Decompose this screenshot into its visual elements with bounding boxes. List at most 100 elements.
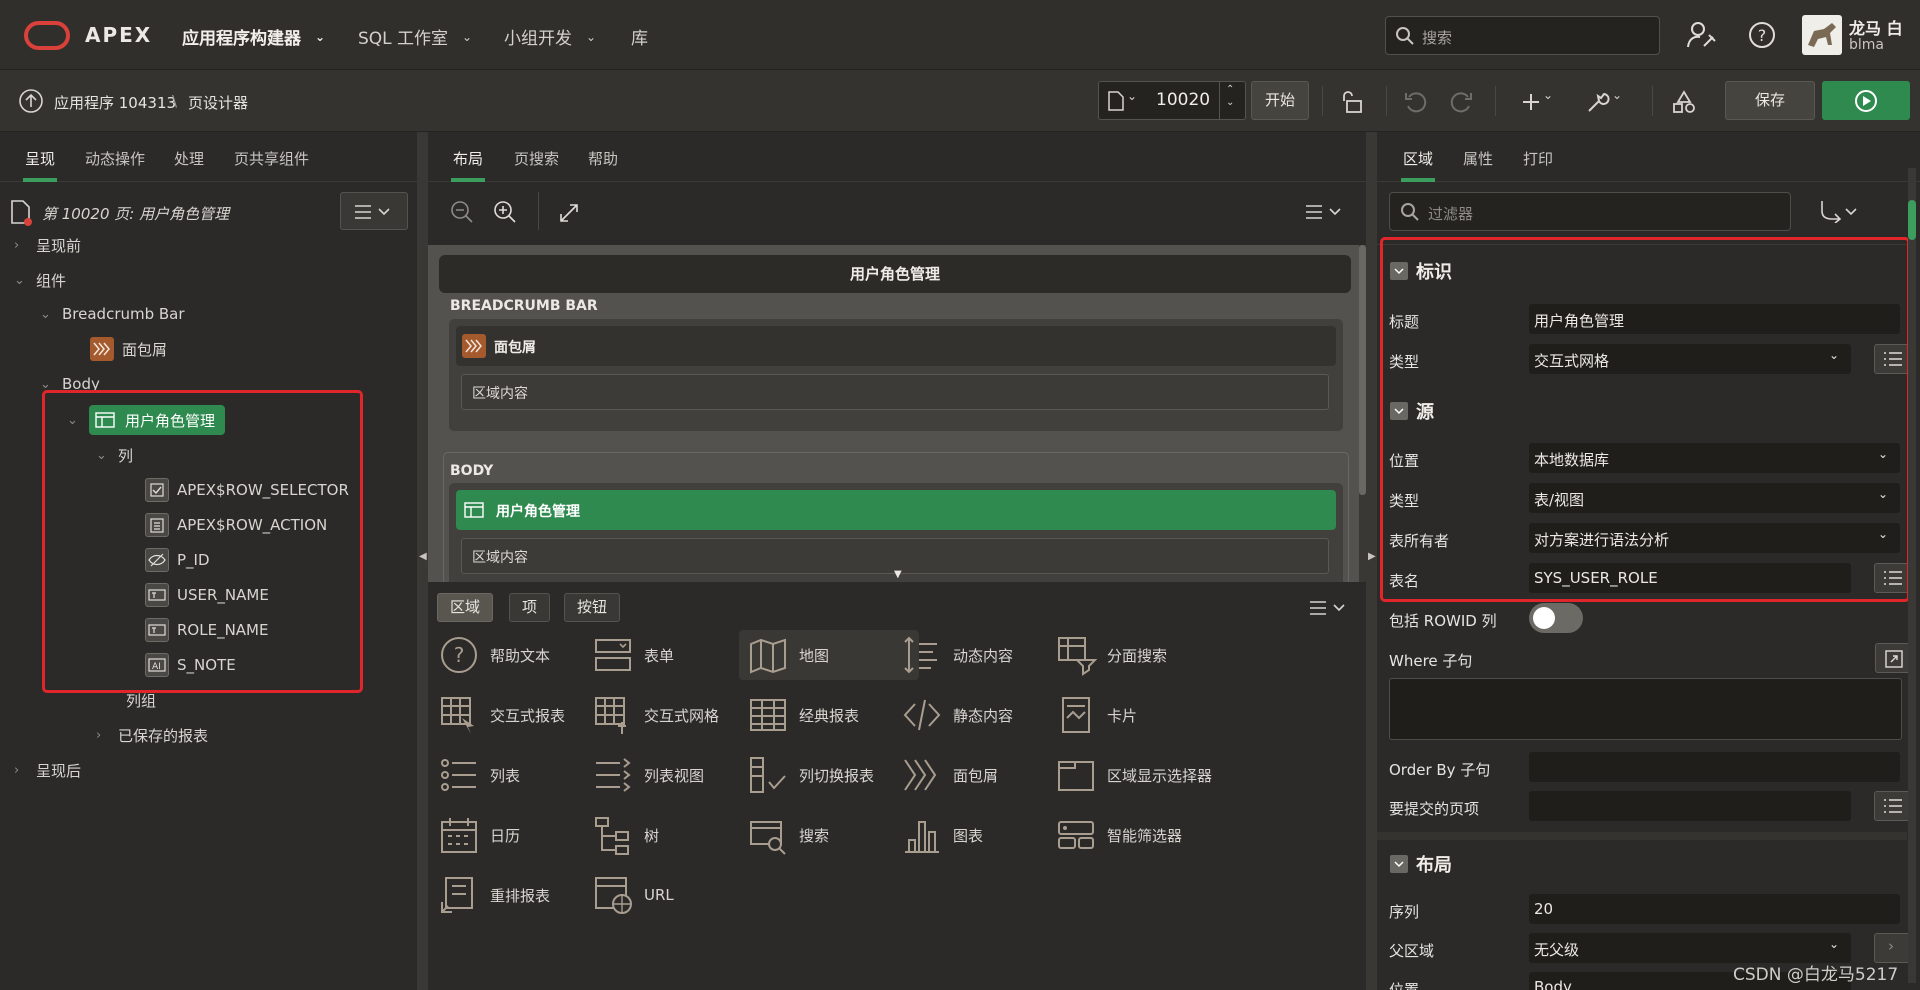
gallery-item-form[interactable]: 表单 (584, 630, 764, 680)
go-to-parent-button[interactable]: › (1874, 933, 1911, 963)
gallery-item-faceted-search[interactable]: 分面搜索 (1047, 630, 1227, 680)
global-search-input[interactable]: 搜索 (1385, 16, 1660, 55)
code-editor-button[interactable] (1875, 643, 1912, 673)
gallery-item-list-view[interactable]: 列表视图 (584, 750, 764, 800)
tree-saved-reports[interactable]: › 已保存的报表 (96, 725, 208, 746)
resize-handle-icon[interactable]: ▼ (894, 569, 902, 580)
canvas-interactive-grid-region[interactable]: 用户角色管理 (456, 490, 1336, 530)
redo-icon[interactable] (1448, 89, 1474, 115)
gallery-item-interactive-report[interactable]: 交互式报表 (430, 690, 610, 740)
help-icon[interactable]: ? (1748, 21, 1776, 49)
gallery-tab-regions[interactable]: 区域 (437, 593, 494, 622)
gallery-item-static-content[interactable]: 静态内容 (893, 690, 1073, 740)
section-layout[interactable]: 布局 (1385, 843, 1903, 885)
canvas-breadcrumb-content[interactable]: 区域内容 (461, 374, 1329, 410)
up-arrow-icon[interactable] (18, 88, 44, 114)
canvas-body-region[interactable]: 用户角色管理 区域内容 (449, 483, 1343, 582)
property-scrollbar[interactable] (1908, 168, 1916, 983)
nav-team-dev[interactable]: 小组开发 ⌄ (504, 24, 596, 49)
zoom-out-icon[interactable] (450, 200, 474, 224)
tree-post-rendering[interactable]: › 呈现后 (14, 760, 81, 781)
lock-icon[interactable] (1340, 89, 1366, 115)
gallery-item-calendar[interactable]: 日历 (430, 810, 610, 860)
stepper-up-icon[interactable]: ⌃ (1226, 84, 1234, 95)
oracle-logo[interactable] (24, 21, 70, 50)
gallery-item-reflow-report[interactable]: 重排报表 (430, 870, 610, 920)
parent-region-select[interactable]: 无父级 ⌄ (1529, 933, 1851, 963)
tab-layout[interactable]: 布局 (450, 148, 486, 182)
nav-app-builder[interactable]: 应用程序构建器 ⌄ (182, 24, 325, 49)
tree-column-groups[interactable]: 列组 (126, 690, 156, 711)
canvas-breadcrumb-region[interactable]: 面包屑 (456, 326, 1336, 366)
tab-help[interactable]: 帮助 (588, 148, 618, 169)
canvas-scrollbar-thumb[interactable] (1359, 245, 1366, 495)
page-number-input[interactable]: 10020 (1156, 90, 1210, 110)
collapse-right-icon[interactable]: ▶ (1368, 551, 1376, 562)
canvas-breadcrumb-bar[interactable]: 面包屑 区域内容 (449, 319, 1343, 431)
tree-breadcrumb-bar[interactable]: ⌄ Breadcrumb Bar (40, 305, 185, 323)
menu-icon[interactable] (1306, 204, 1344, 220)
utilities-wrench-icon[interactable] (1585, 89, 1611, 115)
gallery-item-list[interactable]: 列表 (430, 750, 610, 800)
gallery-tab-buttons[interactable]: 按钮 (564, 593, 621, 622)
tree-breadcrumb-region[interactable]: 面包屑 (90, 337, 167, 361)
tree-menu-button[interactable] (340, 192, 408, 230)
shared-components-icon[interactable] (1671, 89, 1697, 115)
collapse-left-icon[interactable]: ◀ (419, 551, 427, 562)
gallery-item-search-region[interactable]: 搜索 (739, 810, 919, 860)
gallery-item-map[interactable]: 地图 (739, 630, 919, 680)
create-icon[interactable] (1518, 89, 1544, 115)
property-filter-input[interactable]: 过滤器 (1389, 192, 1791, 231)
save-button[interactable]: 保存 (1725, 81, 1815, 120)
layout-canvas[interactable]: 用户角色管理 BREADCRUMB BAR 面包屑 区域内容 BODY 用户角色… (428, 245, 1366, 582)
gallery-item-smart-filter[interactable]: 智能筛选器 (1047, 810, 1227, 860)
list-picker-button[interactable] (1874, 791, 1911, 821)
canvas-page-title-bar[interactable]: 用户角色管理 (439, 255, 1351, 293)
stepper-down-icon[interactable]: ⌄ (1226, 97, 1234, 108)
gallery-item-dynamic-content[interactable]: 动态内容 (893, 630, 1073, 680)
left-splitter[interactable]: ◀ (417, 132, 428, 990)
rowid-toggle[interactable] (1529, 603, 1583, 633)
gallery-item-url[interactable]: URL (584, 870, 764, 920)
tab-attributes[interactable]: 属性 (1463, 148, 1493, 169)
undo-icon[interactable] (1403, 89, 1429, 115)
right-splitter[interactable]: ▶ (1366, 132, 1377, 990)
tab-processing[interactable]: 处理 (174, 148, 204, 169)
gallery-item-breadcrumb[interactable]: 面包屑 (893, 750, 1073, 800)
gallery-item-classic-report[interactable]: 经典报表 (739, 690, 919, 740)
apex-brand[interactable]: APEX (85, 23, 152, 47)
page-node[interactable]: 第 10020 页: 用户角色管理 (10, 199, 229, 227)
page-number-selector[interactable]: ⌄ 10020 ⌃ ⌄ (1098, 81, 1246, 120)
nav-sql-workshop[interactable]: SQL 工作室 ⌄ (358, 24, 472, 49)
breadcrumb-app[interactable]: 应用程序 104313 (54, 92, 176, 113)
tab-rendering[interactable]: 呈现 (22, 148, 58, 182)
gallery-item-help-text[interactable]: ? 帮助文本 (430, 630, 610, 680)
order-by-input[interactable] (1529, 752, 1900, 782)
tab-region[interactable]: 区域 (1400, 148, 1436, 182)
gallery-item-chart[interactable]: 图表 (893, 810, 1073, 860)
tree-components[interactable]: ⌄ 组件 (14, 270, 66, 291)
items-to-submit-input[interactable] (1529, 791, 1851, 821)
tree-pre-rendering[interactable]: › 呈现前 (14, 235, 81, 256)
user-id[interactable]: blma (1849, 37, 1884, 53)
run-page-button[interactable] (1822, 81, 1910, 120)
tab-printing[interactable]: 打印 (1523, 148, 1553, 169)
gallery-item-interactive-grid[interactable]: 交互式网格 (584, 690, 764, 740)
tab-page-search[interactable]: 页搜索 (514, 148, 559, 169)
nav-gallery[interactable]: 库 (631, 24, 648, 49)
property-scrollbar-thumb[interactable] (1908, 200, 1916, 240)
where-clause-textarea[interactable] (1389, 678, 1902, 740)
expand-icon[interactable] (558, 202, 580, 224)
tab-page-shared-components[interactable]: 页共享组件 (234, 148, 309, 169)
go-button[interactable]: 开始 (1251, 81, 1309, 120)
administration-icon[interactable] (1686, 21, 1716, 49)
gallery-tab-items[interactable]: 项 (509, 593, 551, 622)
menu-icon[interactable] (1310, 600, 1348, 616)
gallery-item-column-toggle-report[interactable]: 列切换报表 (739, 750, 919, 800)
go-to-group-icon[interactable] (1818, 199, 1858, 223)
gallery-item-tree[interactable]: 树 (584, 810, 764, 860)
gallery-item-region-display-selector[interactable]: 区域显示选择器 (1047, 750, 1227, 800)
gallery-item-cards[interactable]: 卡片 (1047, 690, 1227, 740)
sequence-input[interactable]: 20 (1529, 894, 1900, 924)
tab-dynamic-actions[interactable]: 动态操作 (85, 148, 145, 169)
